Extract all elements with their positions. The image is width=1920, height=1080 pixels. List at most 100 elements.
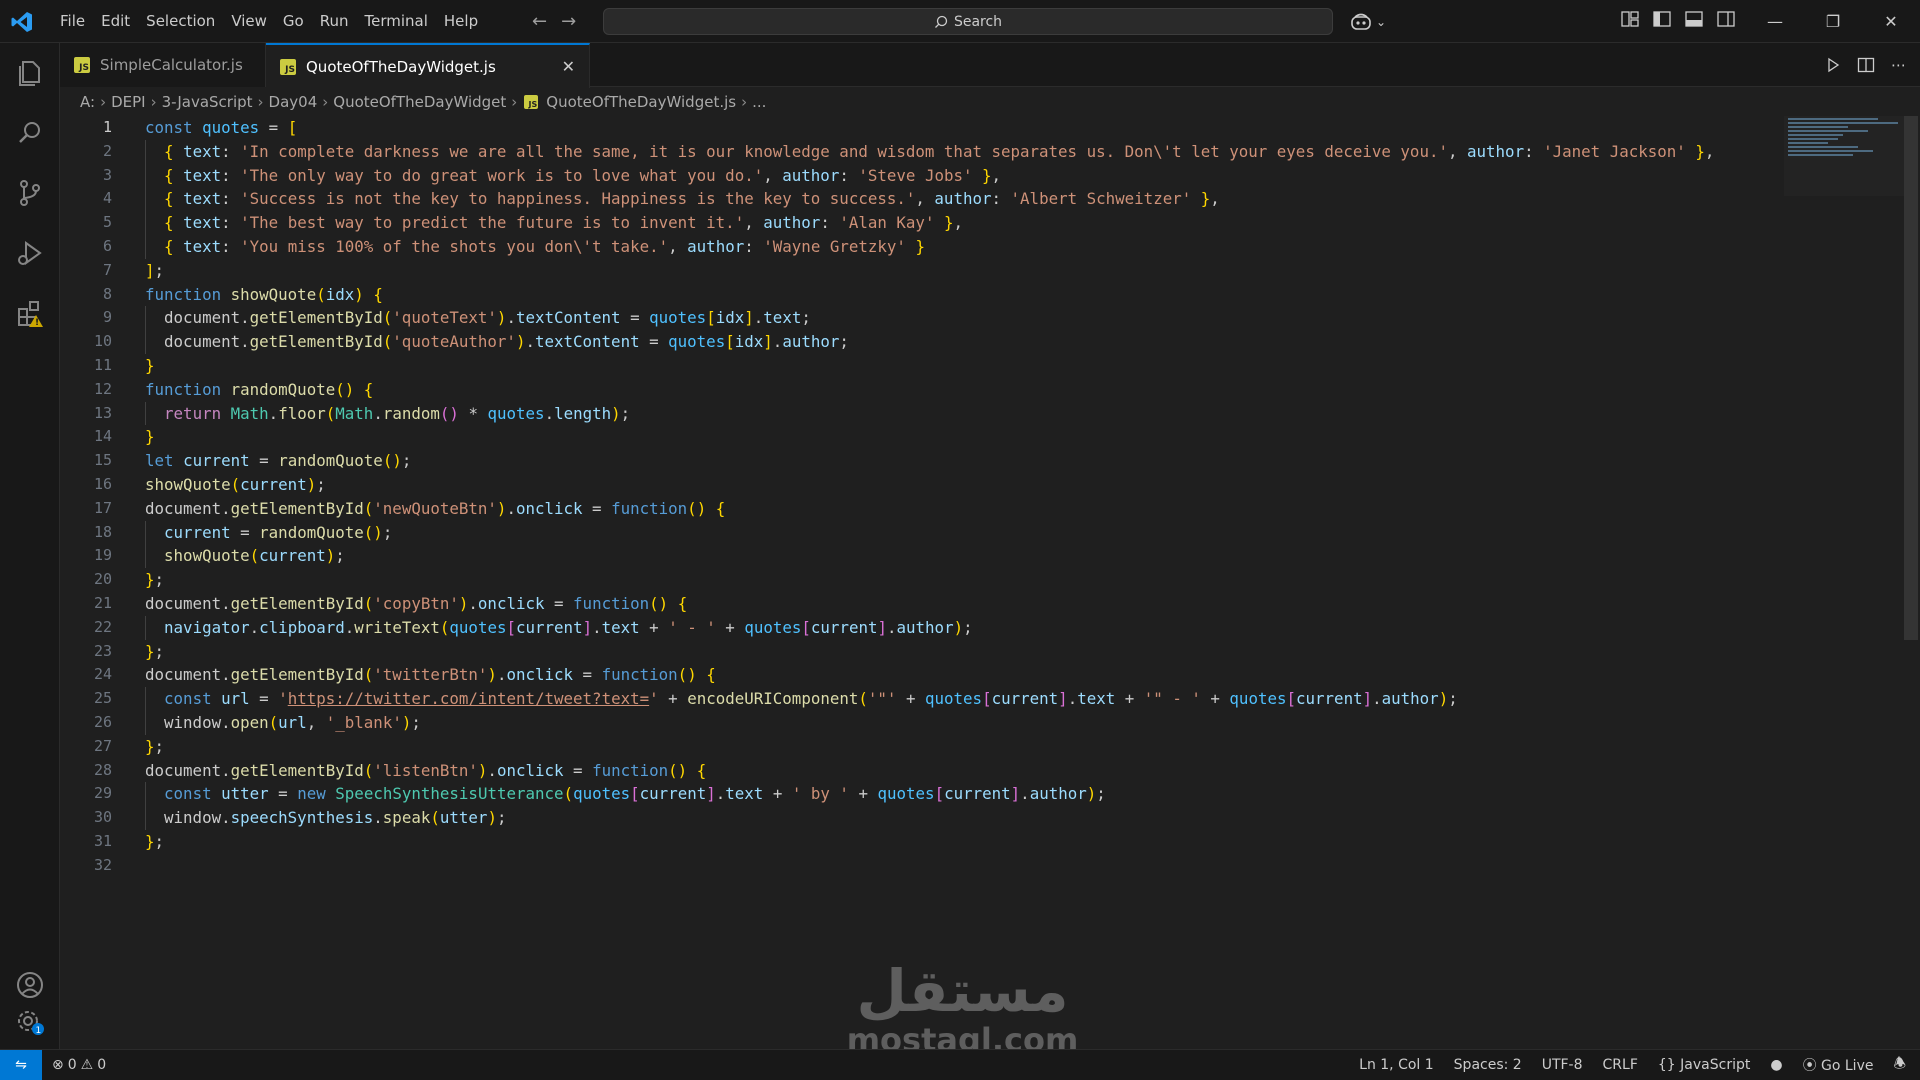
code-line[interactable]: navigator.clipboard.writeText(quotes[cur… [145, 615, 1714, 640]
code-line[interactable]: return Math.floor(Math.random() * quotes… [145, 401, 1714, 426]
code-line[interactable]: function showQuote(idx) { [145, 283, 1714, 307]
split-editor-icon[interactable] [1857, 57, 1875, 73]
breadcrumb-item[interactable]: ... [752, 93, 766, 111]
breadcrumb-item[interactable]: A: [80, 93, 95, 111]
code-line[interactable]: document.getElementById('quoteText').tex… [145, 306, 1714, 331]
error-count: 0 [67, 1057, 77, 1073]
tab-label: QuoteOfTheDayWidget.js [306, 57, 496, 76]
customize-layout-icon[interactable] [1620, 9, 1642, 31]
code-line[interactable]: document.getElementById('copyBtn').oncli… [145, 592, 1714, 616]
code-line[interactable]: }; [145, 830, 1714, 854]
menu-help[interactable]: Help [436, 0, 486, 43]
code-line[interactable]: window.speechSynthesis.speak(utter); [145, 806, 1714, 830]
toggle-primary-sidebar-icon[interactable] [1652, 9, 1674, 31]
code-line[interactable]: window.open(url, '_blank'); [145, 710, 1714, 735]
run-file-icon[interactable] [1825, 57, 1841, 73]
encoding[interactable]: UTF-8 [1542, 1057, 1583, 1073]
breadcrumb-item[interactable]: Day04 [269, 93, 318, 111]
menu-edit[interactable]: Edit [93, 0, 138, 43]
code-line[interactable] [145, 854, 1714, 878]
menu-run[interactable]: Run [312, 0, 357, 43]
minimize-icon[interactable]: — [1746, 0, 1804, 43]
code-line[interactable]: const url = 'https://twitter.com/intent/… [145, 687, 1714, 711]
copilot-menu[interactable]: ⌄ [1350, 10, 1386, 34]
go-live-button[interactable]: ⦿ Go Live [1803, 1055, 1874, 1075]
code-line[interactable]: { text: 'Success is not the key to happi… [145, 187, 1714, 212]
line-number: 18 [93, 522, 112, 541]
toggle-secondary-sidebar-icon[interactable] [1716, 9, 1738, 31]
menu-go[interactable]: Go [275, 0, 312, 43]
menu-selection[interactable]: Selection [138, 0, 223, 43]
line-number: 3 [102, 165, 112, 184]
cursor-position[interactable]: Ln 1, Col 1 [1359, 1057, 1434, 1073]
code-line[interactable]: }; [145, 640, 1714, 664]
indentation[interactable]: Spaces: 2 [1454, 1057, 1522, 1073]
breadcrumb-item[interactable]: QuoteOfTheDayWidget.js [546, 93, 736, 111]
code-line[interactable]: const utter = new SpeechSynthesisUtteran… [145, 782, 1714, 807]
code-line[interactable]: } [145, 425, 1714, 449]
accounts-icon[interactable] [14, 969, 46, 1001]
indent-guide [145, 306, 146, 331]
code-editor[interactable]: 1 2 3 4 5 6 7 8 9 10 11 12 13 14 15 16 17 18 19 20 21 22 23 24 2… [60, 116, 1920, 1049]
window-controls: — ❐ ✕ [1746, 0, 1920, 43]
close-window-icon[interactable]: ✕ [1862, 0, 1920, 43]
chevron-right-icon: › [100, 93, 107, 111]
line-number: 13 [93, 403, 112, 422]
code-line[interactable]: } [145, 354, 1714, 378]
run-debug-icon[interactable] [14, 237, 46, 269]
code-line[interactable]: showQuote(current); [145, 544, 1714, 569]
code-line[interactable]: current = randomQuote(); [145, 520, 1714, 545]
source-control-icon[interactable] [14, 177, 46, 209]
line-number: 7 [102, 260, 112, 279]
copilot-status-icon[interactable]: ● [1770, 1057, 1782, 1073]
notifications-bell-icon[interactable]: 🕭 [1893, 1053, 1906, 1077]
end-of-line[interactable]: CRLF [1603, 1057, 1638, 1073]
code-line[interactable]: function randomQuote() { [145, 378, 1714, 402]
close-icon[interactable]: ✕ [562, 57, 575, 76]
code-line[interactable]: const quotes = [ [145, 116, 1714, 140]
search-sidebar-icon[interactable] [14, 117, 46, 149]
more-actions-icon[interactable]: ⋯ [1891, 56, 1906, 74]
menu-file[interactable]: File [52, 0, 93, 43]
code-line[interactable]: }; [145, 735, 1714, 759]
code-line[interactable]: document.getElementById('newQuoteBtn').o… [145, 497, 1714, 521]
code-line[interactable]: document.getElementById('twitterBtn').on… [145, 663, 1714, 687]
minimap[interactable] [1784, 116, 1904, 196]
breadcrumb-item[interactable]: QuoteOfTheDayWidget [333, 93, 506, 111]
problems-indicator[interactable]: ⊗ 0 ⚠ 0 [52, 1057, 106, 1073]
code-line[interactable]: ]; [145, 259, 1714, 283]
indent-guide [145, 139, 146, 164]
breadcrumb-item[interactable]: 3-JavaScript [162, 93, 253, 111]
restore-icon[interactable]: ❐ [1804, 0, 1862, 43]
language-mode[interactable]: {} JavaScript [1658, 1057, 1750, 1073]
code-line[interactable]: let current = randomQuote(); [145, 449, 1714, 473]
vscode-logo-icon[interactable] [10, 10, 34, 34]
toggle-panel-icon[interactable] [1684, 9, 1706, 31]
command-center-search[interactable]: Search [603, 8, 1333, 35]
navigation-arrows: ← → [532, 0, 576, 43]
forward-arrow-icon[interactable]: → [561, 11, 576, 32]
remote-indicator-icon[interactable]: ⇋ [0, 1049, 42, 1080]
line-number: 14 [93, 427, 112, 446]
code-line[interactable]: { text: 'The best way to predict the fut… [145, 211, 1714, 235]
tab-quote-of-the-day-widget[interactable]: JS QuoteOfTheDayWidget.js ✕ [266, 43, 590, 88]
tab-simple-calculator[interactable]: JS SimpleCalculator.js [60, 43, 266, 87]
line-number: 20 [93, 570, 112, 589]
code-line[interactable]: { text: 'In complete darkness we are all… [145, 139, 1714, 164]
code-line[interactable]: document.getElementById('quoteAuthor').t… [145, 330, 1714, 354]
extensions-icon[interactable]: ! [14, 297, 46, 329]
code-line[interactable]: showQuote(current); [145, 473, 1714, 497]
code-line[interactable]: { text: 'You miss 100% of the shots you … [145, 234, 1714, 259]
explorer-icon[interactable] [14, 57, 46, 89]
breadcrumb-item[interactable]: DEPI [111, 93, 146, 111]
menu-terminal[interactable]: Terminal [357, 0, 436, 43]
code-text-area[interactable]: const quotes = [ { text: 'In complete da… [145, 116, 1714, 878]
code-line[interactable]: { text: 'The only way to do great work i… [145, 163, 1714, 188]
line-number: 12 [93, 379, 112, 398]
manage-gear-icon[interactable]: 1 [14, 1005, 46, 1037]
back-arrow-icon[interactable]: ← [532, 11, 547, 32]
vertical-scrollbar[interactable] [1904, 116, 1918, 640]
code-line[interactable]: }; [145, 568, 1714, 592]
code-line[interactable]: document.getElementById('listenBtn').onc… [145, 759, 1714, 783]
menu-view[interactable]: View [223, 0, 275, 43]
